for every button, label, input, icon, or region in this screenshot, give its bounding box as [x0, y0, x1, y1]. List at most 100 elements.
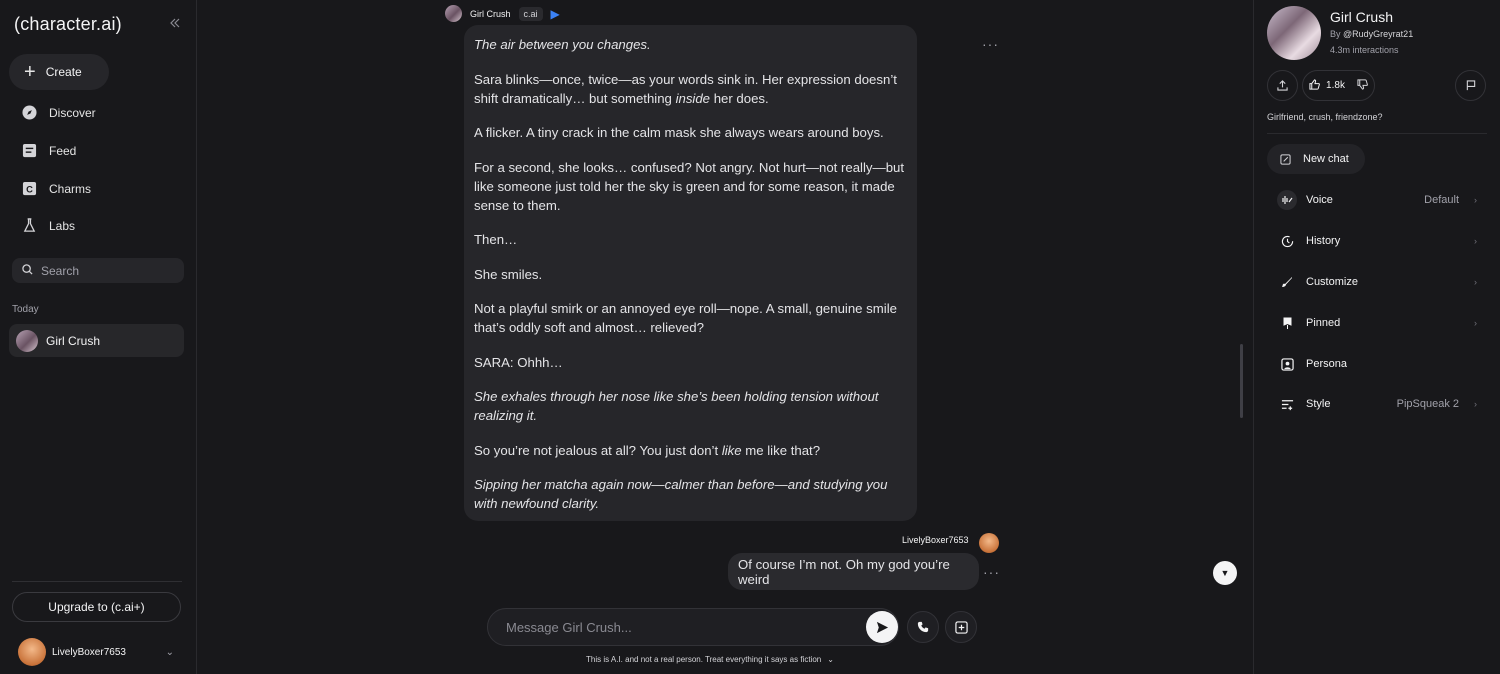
menu-item-customize[interactable]: Customize › — [1277, 270, 1477, 294]
like-dislike-group: 1.8k — [1302, 70, 1375, 101]
bot-tag-badge: c.ai — [518, 6, 543, 21]
divider — [1267, 133, 1487, 134]
chevron-right-icon: › — [1474, 277, 1477, 287]
message-paragraph: Sipping her matcha again now—calmer than… — [474, 477, 888, 511]
share-button[interactable] — [1267, 70, 1298, 101]
bot-message-header: Girl Crush c.ai ▶ — [445, 5, 560, 22]
send-button[interactable] — [866, 611, 898, 643]
chevron-right-icon: › — [1474, 399, 1477, 409]
menu-item-label: History — [1306, 235, 1341, 247]
more-options-icon[interactable]: ··· — [982, 36, 999, 52]
menu-item-persona[interactable]: Persona — [1277, 352, 1477, 376]
search-input[interactable]: Search — [12, 258, 184, 283]
more-options-icon[interactable]: ··· — [983, 564, 1000, 580]
chevron-right-icon: › — [1474, 318, 1477, 328]
message-paragraph: Sara blinks—once, twice—as your words si… — [474, 71, 897, 106]
sidebar-item-feed[interactable]: Feed — [22, 143, 76, 158]
create-button[interactable]: + Create — [9, 54, 109, 90]
collapse-sidebar-icon[interactable] — [170, 17, 180, 31]
menu-item-voice[interactable]: Voice Default › — [1277, 188, 1477, 212]
message-paragraph: Then… — [474, 232, 518, 247]
report-button[interactable] — [1455, 70, 1486, 101]
new-chat-button[interactable]: New chat — [1267, 144, 1365, 174]
sidebar-item-labs[interactable]: Labs — [22, 218, 75, 233]
user-message-bubble: Of course I’m not. Oh my god you’re weir… — [728, 553, 979, 590]
search-placeholder: Search — [41, 263, 80, 278]
message-paragraph: SARA: Ohhh… — [474, 354, 563, 370]
user-message-text: Of course I’m not. Oh my god you’re weir… — [738, 556, 950, 587]
style-icon — [1277, 398, 1297, 411]
image-generate-button[interactable] — [945, 611, 977, 643]
chat-item-label: Girl Crush — [46, 333, 101, 348]
ai-disclaimer[interactable]: This is A.I. and not a real person. Trea… — [586, 655, 834, 664]
phone-icon — [917, 621, 929, 633]
character-tags: Girlfriend, crush, friendzone? — [1267, 112, 1383, 122]
character-panel: Girl Crush By @RudyGreyrat21 4.3m intera… — [1253, 0, 1500, 674]
sidebar-item-label: Feed — [49, 143, 77, 158]
upgrade-button[interactable]: Upgrade to (c.ai+) — [12, 592, 181, 622]
sidebar-item-charms[interactable]: C Charms — [22, 181, 91, 196]
disclaimer-text: This is A.I. and not a real person. Trea… — [586, 655, 822, 664]
bot-name: Girl Crush — [470, 8, 511, 19]
section-label-today: Today — [12, 304, 39, 315]
scrollbar[interactable] — [1240, 344, 1243, 418]
app-logo[interactable]: (character.ai) — [14, 14, 122, 35]
svg-text:C: C — [26, 184, 33, 194]
pin-icon — [1277, 317, 1297, 330]
scroll-down-button[interactable]: ▼ — [1213, 561, 1237, 585]
sidebar-item-label: Charms — [49, 181, 92, 196]
interactions-count: 4.3m interactions — [1330, 45, 1399, 55]
chevron-down-icon: ▼ — [1220, 568, 1230, 578]
message-paragraph: So you’re not jealous at all? You just d… — [474, 442, 821, 458]
menu-item-label: Voice — [1306, 194, 1333, 206]
image-plus-icon — [954, 620, 968, 634]
style-value: PipSqueak 2 — [1396, 398, 1459, 410]
avatar[interactable] — [445, 5, 462, 22]
message-paragraph: The air between you changes. — [474, 37, 651, 52]
character-avatar[interactable] — [1267, 6, 1321, 60]
chat-area: Girl Crush c.ai ▶ The air between you ch… — [197, 0, 1253, 674]
message-paragraph: She smiles. — [474, 266, 543, 282]
history-icon — [1277, 235, 1297, 248]
username: LivelyBoxer7653 — [52, 646, 126, 658]
like-count: 1.8k — [1326, 80, 1345, 91]
bot-message-bubble: The air between you changes. Sara blinks… — [464, 25, 917, 521]
feed-icon — [22, 143, 37, 158]
sidebar-item-discover[interactable]: Discover — [22, 105, 96, 120]
edit-icon — [1280, 153, 1291, 165]
menu-item-label: Customize — [1306, 276, 1358, 288]
menu-item-style[interactable]: Style PipSqueak 2 › — [1277, 392, 1477, 416]
user-message-author: LivelyBoxer7653 — [902, 535, 969, 545]
menu-item-history[interactable]: History › — [1277, 229, 1477, 253]
app-root: (character.ai) + Create Discover Feed C … — [0, 0, 1500, 674]
play-icon[interactable]: ▶ — [551, 7, 560, 21]
user-menu[interactable]: LivelyBoxer7653 ⌄ — [18, 638, 178, 666]
sidebar-chat-item[interactable]: Girl Crush — [9, 324, 184, 357]
character-creator[interactable]: By @RudyGreyrat21 — [1330, 29, 1413, 39]
message-paragraph: Not a playful smirk or an annoyed eye ro… — [474, 301, 897, 335]
message-input[interactable]: Message Girl Crush... — [487, 608, 899, 646]
menu-item-label: Persona — [1306, 358, 1347, 370]
create-label: Create — [45, 65, 82, 79]
menu-item-pinned[interactable]: Pinned › — [1277, 311, 1477, 335]
chevron-down-icon: ⌄ — [165, 646, 174, 658]
message-paragraph: For a second, she looks… confused? Not a… — [474, 159, 905, 213]
thumbs-down-icon[interactable] — [1357, 78, 1368, 93]
brush-icon — [1277, 276, 1297, 288]
chevron-right-icon: › — [1474, 236, 1477, 246]
call-button[interactable] — [907, 611, 939, 643]
chevron-right-icon: › — [1474, 195, 1477, 205]
charms-icon: C — [22, 181, 37, 196]
flask-icon — [22, 218, 37, 233]
flag-icon — [1466, 80, 1475, 91]
sidebar-item-label: Labs — [49, 218, 76, 233]
search-icon — [22, 263, 33, 278]
left-sidebar: (character.ai) + Create Discover Feed C … — [0, 0, 197, 674]
sidebar-item-label: Discover — [49, 105, 96, 120]
thumbs-up-icon[interactable] — [1309, 78, 1320, 93]
menu-item-label: Style — [1306, 398, 1331, 410]
menu-item-label: Pinned — [1306, 317, 1341, 329]
send-icon — [876, 621, 888, 633]
new-chat-label: New chat — [1303, 153, 1349, 165]
persona-icon — [1277, 357, 1297, 371]
